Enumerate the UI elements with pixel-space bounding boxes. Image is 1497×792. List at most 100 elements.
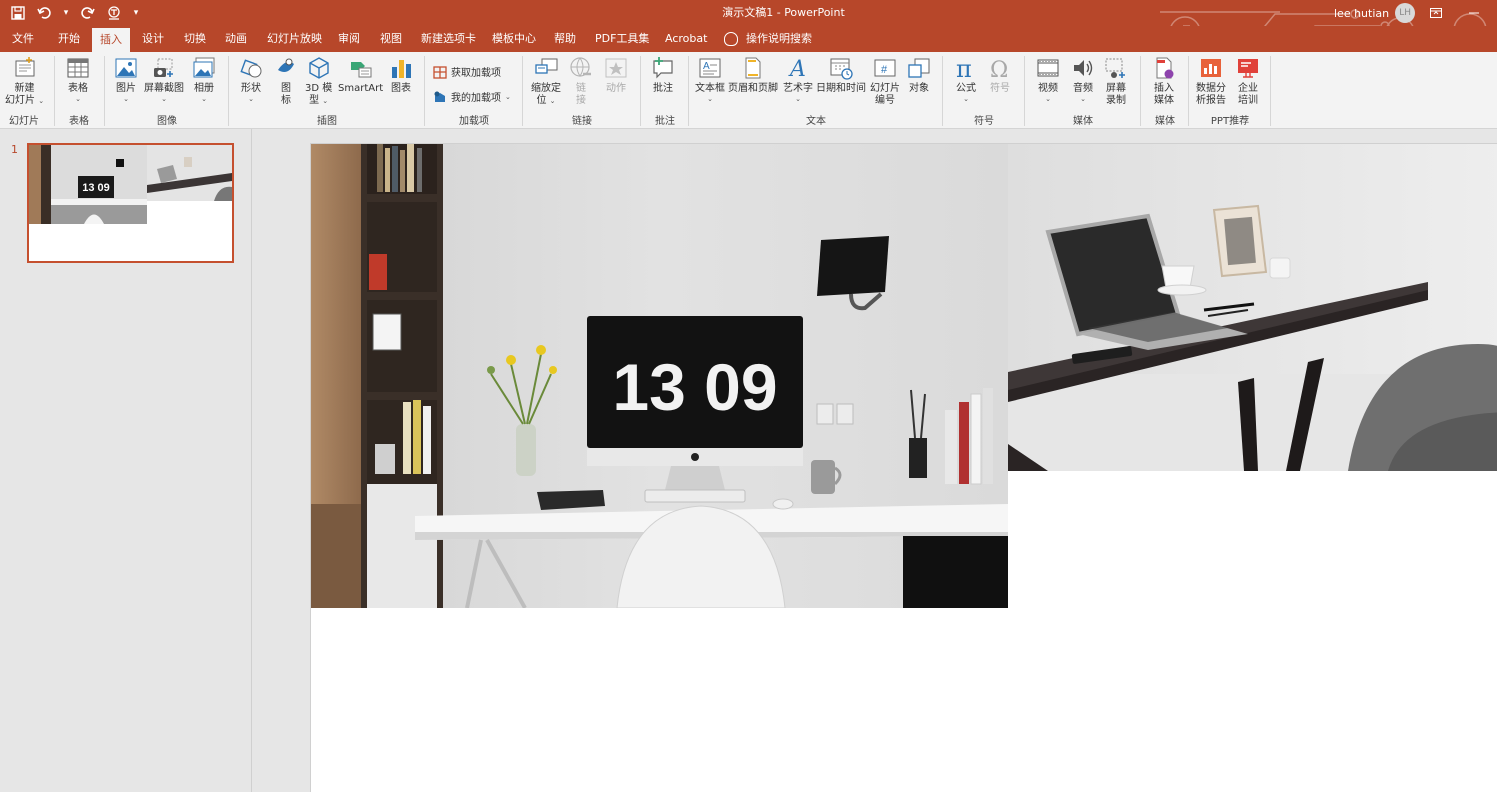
table-button[interactable]: 表格 ⌄ (66, 56, 90, 103)
cube-icon (307, 56, 331, 80)
document-title: 演示文稿1 - PowerPoint (722, 6, 845, 19)
minimize-icon[interactable] (1460, 0, 1488, 26)
tab-insert[interactable]: 插入 (92, 28, 130, 52)
data-analysis-report-button[interactable]: 数据分 析报告 (1196, 56, 1226, 107)
enterprise-training-button[interactable]: 企业 培训 (1236, 56, 1260, 107)
new-slide-icon (13, 56, 37, 80)
group-separator (1140, 56, 1141, 126)
smartart-icon (349, 56, 373, 80)
svg-text:Ω: Ω (990, 58, 1008, 80)
insert-media-icon (1152, 56, 1176, 80)
group-text: A 文本框 ⌄ 页眉和页脚 A 艺术字 ⌄ 日期和时间 # 幻灯片 编号 对象 … (695, 56, 931, 127)
tab-template-center[interactable]: 模板中心 (484, 26, 544, 52)
textbox-button[interactable]: A 文本框 ⌄ (695, 56, 725, 103)
svg-text:π: π (956, 56, 972, 80)
tell-me-label: 操作说明搜索 (746, 32, 812, 45)
audio-button[interactable]: 音频 ⌄ (1071, 56, 1095, 103)
group-separator (1188, 56, 1189, 126)
training-icon (1236, 56, 1260, 80)
screenshot-icon (152, 56, 176, 80)
shapes-button[interactable]: 形状 ⌄ (239, 56, 263, 103)
tab-acrobat[interactable]: Acrobat (657, 26, 715, 52)
tab-animations[interactable]: 动画 (217, 26, 255, 52)
tab-home[interactable]: 开始 (50, 26, 88, 52)
insert-media-button[interactable]: 插入 媒体 (1152, 56, 1176, 107)
tab-view[interactable]: 视图 (372, 26, 410, 52)
tab-file[interactable]: 文件 (4, 26, 42, 52)
slide-editor: 13 09 (253, 129, 1497, 792)
group-separator (688, 56, 689, 126)
equation-button[interactable]: π 公式 ⌄ (954, 55, 978, 103)
wordart-button[interactable]: A 艺术字 ⌄ (783, 56, 813, 103)
slide-canvas[interactable]: 13 09 (310, 143, 1497, 792)
picture-button[interactable]: 图片 ⌄ (114, 56, 138, 103)
slide-number: 1 (11, 143, 18, 156)
ribbon-display-options-icon[interactable] (1422, 0, 1450, 26)
thumb-clock-text: 13 09 (82, 182, 110, 194)
shapes-icon (239, 56, 263, 80)
chart-button[interactable]: 图表 (389, 56, 413, 95)
group-comments: 批注 批注 (644, 52, 686, 128)
tell-me-search[interactable]: 操作说明搜索 (724, 26, 812, 52)
screen-recording-icon (1104, 56, 1128, 80)
tab-slideshow[interactable]: 幻灯片放映 (259, 26, 330, 52)
pi-icon: π (954, 55, 978, 83)
group-separator (54, 56, 55, 126)
object-button[interactable]: 对象 (907, 56, 931, 95)
group-links: 缩放定 位 ⌄ 链 接 动作 链接 (526, 52, 638, 128)
textbox-icon: A (698, 56, 722, 80)
zoom-icon (534, 56, 558, 80)
comment-button[interactable]: 批注 (651, 56, 675, 95)
avatar[interactable]: LH (1395, 3, 1416, 23)
video-icon (1036, 56, 1060, 80)
desk-laptop-image (1008, 144, 1497, 471)
desk-imac-photo[interactable]: 13 09 (311, 144, 1008, 608)
tab-review[interactable]: 审阅 (330, 26, 368, 52)
group-symbols: π 公式 ⌄ Ω 符号 符号 (954, 55, 1012, 127)
ribbon-insert: 新建 幻灯片 ⌄ 幻灯片 表格 ⌄ 表格 图片 ⌄ 屏幕截图 ⌄ 相册 ⌄ 图像… (0, 52, 1497, 129)
comment-icon (651, 56, 675, 80)
slide-thumbnail[interactable]: 13 09 (27, 143, 234, 263)
addin-icon (433, 90, 447, 104)
photo-album-button[interactable]: 相册 ⌄ (192, 56, 216, 103)
symbol-button[interactable]: Ω 符号 (988, 56, 1012, 95)
zoom-button[interactable]: 缩放定 位 ⌄ (531, 56, 561, 107)
slide-number-button[interactable]: # 幻灯片 编号 (870, 56, 900, 107)
group-separator (104, 56, 105, 126)
group-media-insert: 插入 媒体 媒体 (1144, 52, 1186, 128)
screen-recording-button[interactable]: 屏幕 录制 (1104, 56, 1128, 107)
slide-thumbnail-pane: 1 13 09 (0, 129, 252, 792)
group-separator (424, 56, 425, 126)
data-report-icon (1199, 56, 1223, 80)
picture-icon (114, 56, 138, 80)
desk-laptop-photo[interactable] (1008, 144, 1497, 471)
video-button[interactable]: 视频 ⌄ (1036, 56, 1060, 103)
tab-new-tab[interactable]: 新建选项卡 (413, 26, 484, 52)
date-time-button[interactable]: 日期和时间 (816, 56, 866, 95)
wordart-icon: A (786, 56, 810, 82)
header-footer-button[interactable]: 页眉和页脚 (728, 56, 778, 95)
speaker-icon (1071, 56, 1095, 80)
link-button[interactable]: 链 接 (569, 56, 593, 107)
tab-transitions[interactable]: 切换 (176, 26, 214, 52)
action-button[interactable]: 动作 (604, 56, 628, 95)
smartart-button[interactable]: SmartArt (338, 56, 383, 95)
object-icon (907, 56, 931, 80)
new-slide-button[interactable]: 新建 幻灯片 ⌄ (5, 56, 44, 107)
get-addins-button[interactable]: 获取加载项 (433, 64, 501, 79)
group-tables: 表格 ⌄ 表格 (58, 52, 100, 128)
star-icon (604, 56, 628, 80)
tab-pdf-tools[interactable]: PDF工具集 (587, 26, 657, 52)
link-icon (569, 56, 593, 80)
3d-models-button[interactable]: 3D 模 型 ⌄ (305, 56, 332, 107)
icons-icon (274, 56, 298, 80)
user-account[interactable]: lee hutian LH (1334, 3, 1416, 23)
icons-button[interactable]: 图 标 (274, 56, 298, 107)
tab-help[interactable]: 帮助 (546, 26, 584, 52)
clock-display-text: 13 09 (612, 350, 777, 424)
tab-design[interactable]: 设计 (134, 26, 172, 52)
my-addins-button[interactable]: 我的加载项 ⌄ (433, 89, 511, 104)
svg-text:#: # (881, 64, 888, 76)
desk-imac-image: 13 09 (311, 144, 1008, 608)
screenshot-button[interactable]: 屏幕截图 ⌄ (144, 56, 184, 103)
